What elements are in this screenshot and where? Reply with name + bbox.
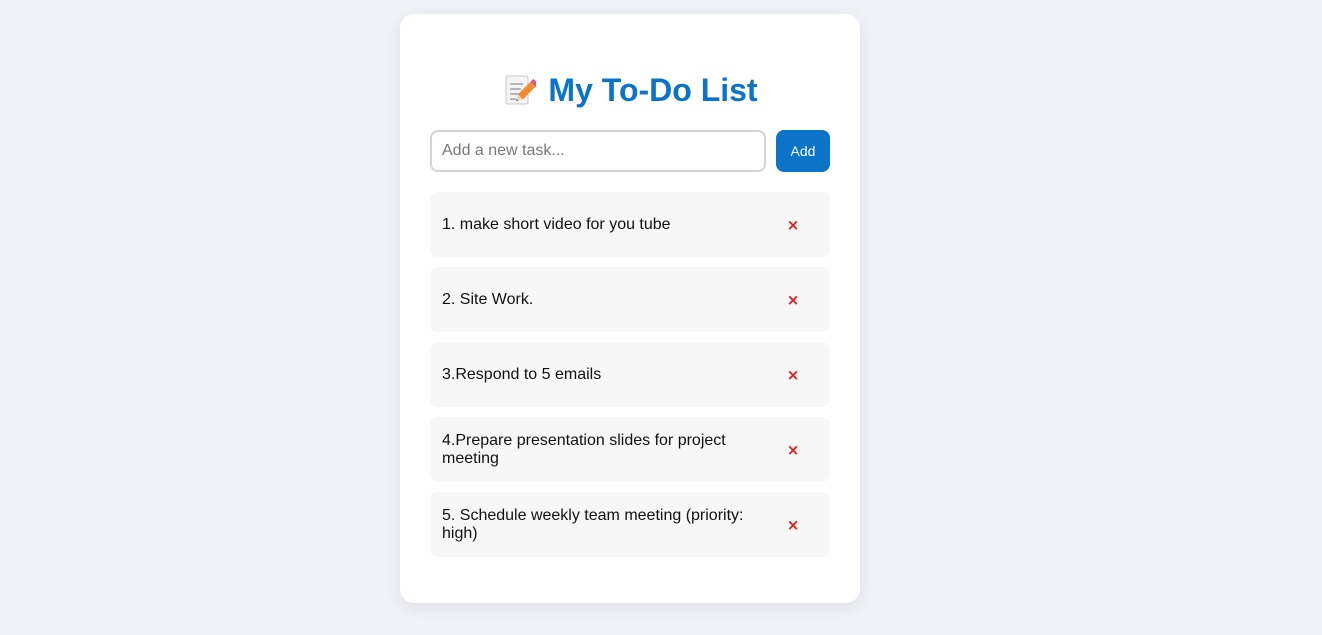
- header: My To-Do List: [400, 70, 860, 110]
- todo-card: My To-Do List Add 1. make short video fo…: [400, 14, 860, 603]
- task-text: 3.Respond to 5 emails: [442, 365, 602, 383]
- delete-button[interactable]: ×: [778, 210, 808, 240]
- task-list: 1. make short video for you tube × 2. Si…: [430, 192, 830, 567]
- task-text: 5. Schedule weekly team meeting (priorit…: [442, 506, 744, 542]
- task-text: 1. make short video for you tube: [442, 215, 671, 233]
- delete-button[interactable]: ×: [778, 285, 808, 315]
- list-item: 3.Respond to 5 emails ×: [430, 342, 830, 407]
- delete-button[interactable]: ×: [778, 360, 808, 390]
- delete-button[interactable]: ×: [778, 435, 808, 465]
- list-item: 5. Schedule weekly team meeting (priorit…: [430, 492, 830, 557]
- task-text: 4.Prepare presentation slides for projec…: [442, 431, 726, 467]
- list-item: 4.Prepare presentation slides for projec…: [430, 417, 830, 482]
- task-text: 2. Site Work.: [442, 290, 534, 308]
- add-button[interactable]: Add: [776, 130, 830, 172]
- list-item: 2. Site Work. ×: [430, 267, 830, 332]
- page-title: My To-Do List: [548, 71, 758, 108]
- memo-pencil-icon: [502, 73, 539, 107]
- delete-button[interactable]: ×: [778, 510, 808, 540]
- list-item: 1. make short video for you tube ×: [430, 192, 830, 257]
- task-input[interactable]: [430, 130, 766, 172]
- add-task-row: Add: [430, 130, 830, 172]
